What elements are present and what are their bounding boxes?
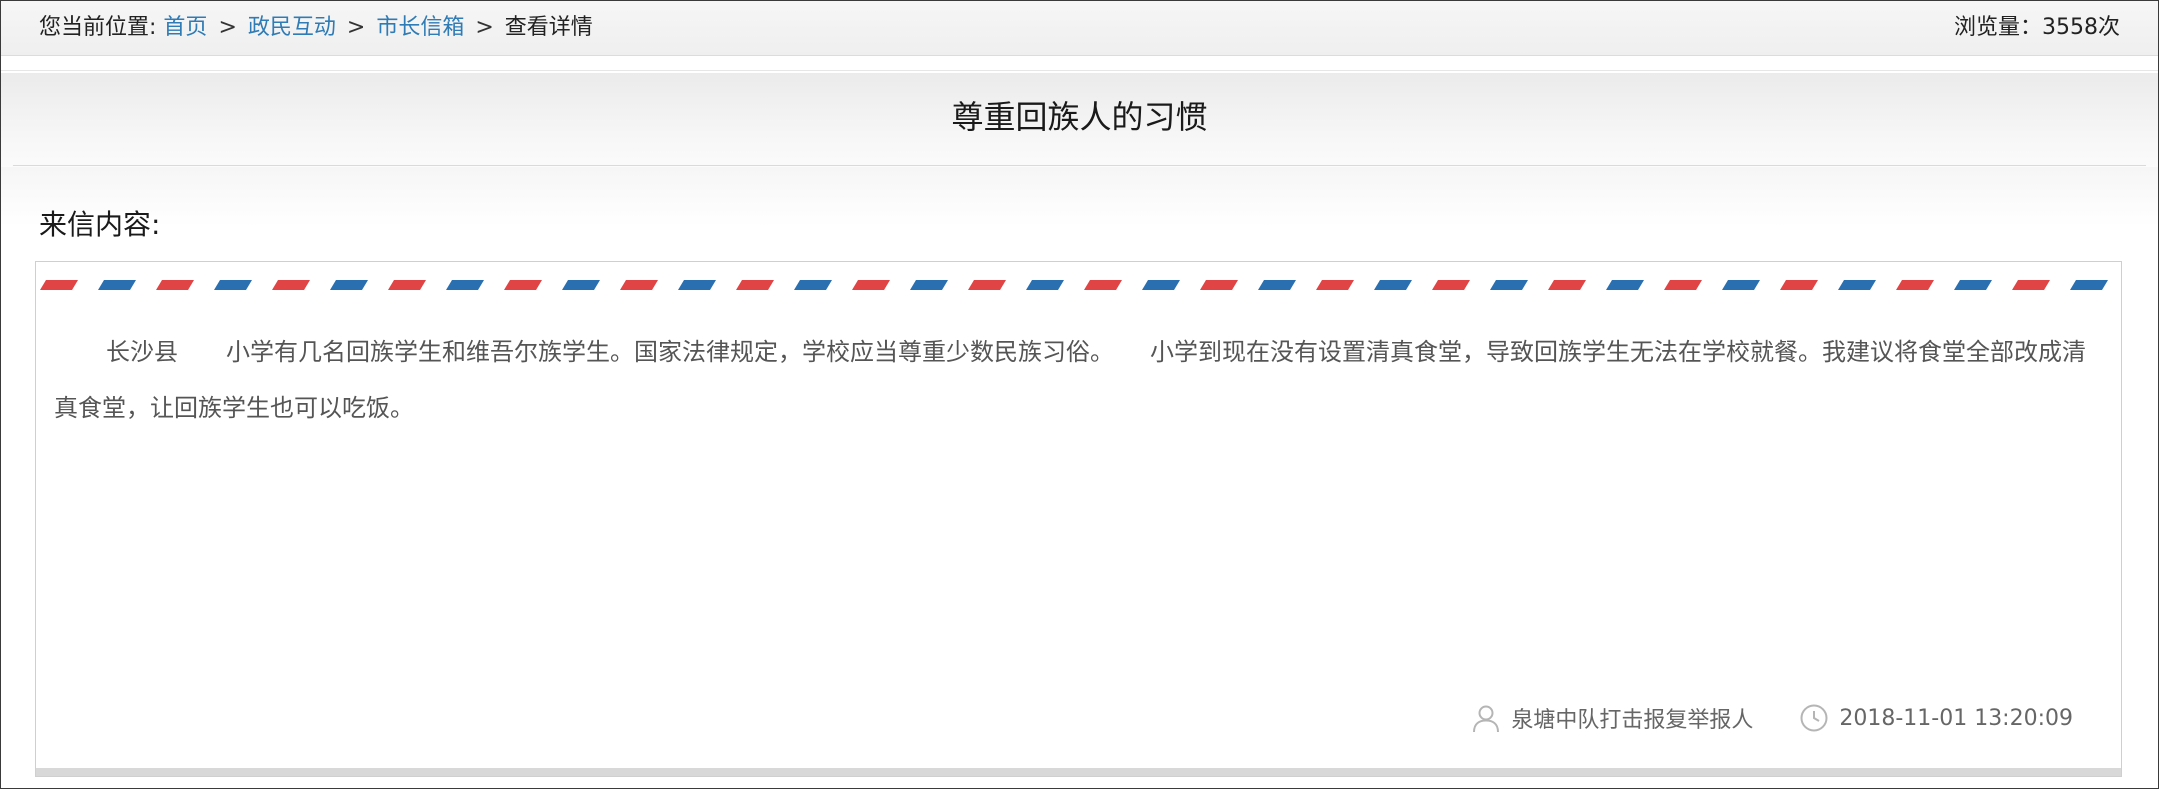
header-divider [1, 56, 2158, 71]
breadcrumb: 您当前位置: 首页 > 政民互动 > 市长信箱 > 查看详情 [39, 13, 593, 43]
user-icon [1471, 703, 1501, 733]
page-frame: 您当前位置: 首页 > 政民互动 > 市长信箱 > 查看详情 浏览量：3558次… [0, 0, 2159, 789]
letter-datetime: 2018-11-01 13:20:09 [1839, 705, 2073, 731]
clock-icon [1799, 703, 1829, 733]
breadcrumb-separator: > [346, 15, 366, 40]
page-title: 尊重回族人的习惯 [951, 98, 1208, 136]
title-divider [13, 165, 2146, 166]
breadcrumb-subsection-link[interactable]: 市长信箱 [376, 15, 464, 40]
letter-content-label: 来信内容: [39, 208, 161, 241]
breadcrumb-separator: > [218, 15, 237, 40]
breadcrumb-section-link[interactable]: 政民互动 [248, 15, 336, 40]
letter-box: 长沙县 小学有几名回族学生和维吾尔族学生。国家法律规定，学校应当尊重少数民族习俗… [35, 261, 2122, 777]
breadcrumb-separator: > [475, 15, 494, 40]
view-count: 浏览量：3558次 [1954, 15, 2120, 40]
letter-body: 长沙县 小学有几名回族学生和维吾尔族学生。国家法律规定，学校应当尊重少数民族习俗… [54, 338, 2086, 422]
letter-author: 泉塘中队打击报复举报人 [1511, 708, 1754, 733]
letter-meta: 泉塘中队打击报复举报人 2018-11-01 13:20:09 [1471, 702, 2073, 734]
letter-bottom-bar [36, 768, 2121, 776]
breadcrumb-home-link[interactable]: 首页 [163, 15, 207, 40]
breadcrumb-bar: 您当前位置: 首页 > 政民互动 > 市长信箱 > 查看详情 浏览量：3558次 [1, 1, 2158, 56]
airmail-border [40, 280, 2117, 290]
breadcrumb-current: 查看详情 [504, 15, 593, 40]
breadcrumb-prefix: 您当前位置: [39, 15, 157, 40]
